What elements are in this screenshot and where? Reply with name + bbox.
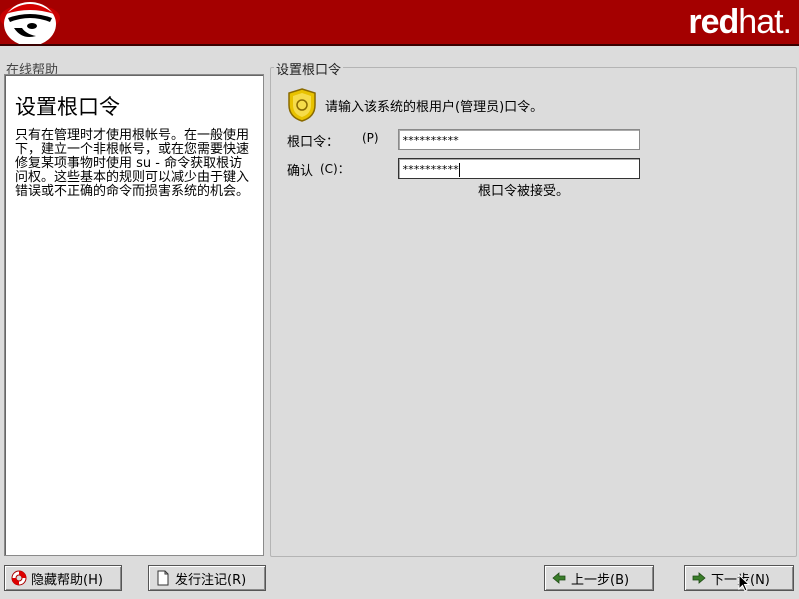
arrow-right-icon xyxy=(692,572,706,584)
mouse-pointer-icon xyxy=(738,574,750,592)
root-password-value: ********** xyxy=(402,134,459,147)
root-password-accel: (P) xyxy=(362,131,379,145)
shadowman-logo-icon xyxy=(0,2,60,44)
hide-help-button[interactable]: 隐藏帮助(H) xyxy=(4,565,122,591)
confirm-password-accel: (C)： xyxy=(320,162,350,176)
password-status: 根口令被接受。 xyxy=(478,184,570,199)
confirm-password-input[interactable]: ********** xyxy=(398,158,640,179)
root-password-label: 根口令： xyxy=(287,135,340,150)
main-frame-label: 设置根口令 xyxy=(274,59,344,78)
release-notes-label: 发行注记(R) xyxy=(175,572,247,588)
help-title: 设置根口令 xyxy=(15,95,120,119)
back-label: 上一步(B) xyxy=(571,572,630,588)
redhat-wordmark: redhat. xyxy=(688,3,792,41)
root-password-input[interactable]: ********** xyxy=(398,129,640,150)
help-body-text: 只有在管理时才使用根帐号。在一般使用下，建立一个非根帐号，或在您需要快速修复某项… xyxy=(15,128,250,199)
arrow-left-icon xyxy=(552,572,566,584)
help-panel: 设置根口令 只有在管理时才使用根帐号。在一般使用下，建立一个非根帐号，或在您需要… xyxy=(4,74,264,556)
text-caret xyxy=(459,163,461,177)
password-prompt: 请输入该系统的根用户(管理员)口令。 xyxy=(325,100,544,115)
release-notes-button[interactable]: 发行注记(R) xyxy=(148,565,266,591)
confirm-password-value: ********** xyxy=(402,163,459,176)
confirm-password-label: 确认 xyxy=(287,164,314,179)
hide-help-label: 隐藏帮助(H) xyxy=(31,572,103,588)
badge-icon xyxy=(288,88,316,122)
back-button[interactable]: 上一步(B) xyxy=(544,565,654,591)
document-icon xyxy=(157,570,169,586)
lifebuoy-icon xyxy=(11,570,27,586)
header-banner: redhat. xyxy=(0,0,799,46)
